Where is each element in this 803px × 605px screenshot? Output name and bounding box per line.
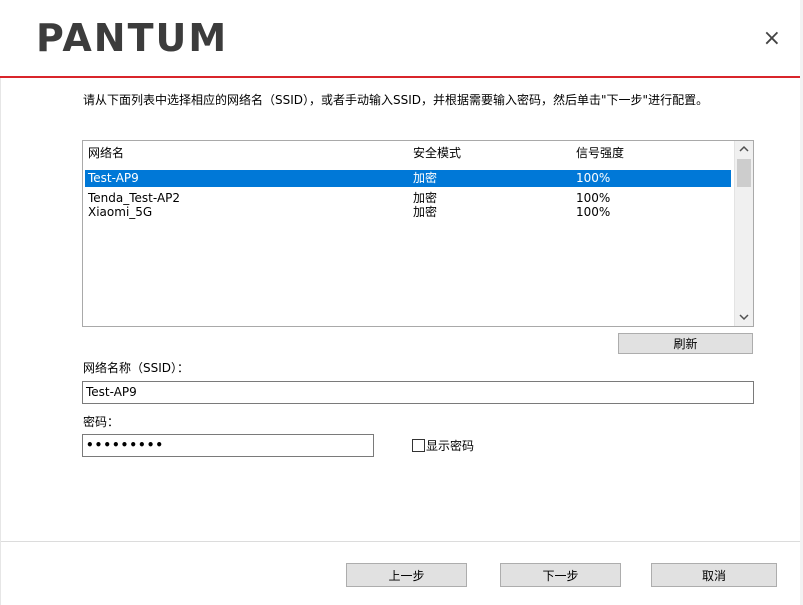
column-header-signal-strength: 信号强度 <box>576 146 625 160</box>
password-input[interactable]: ••••••••• <box>82 434 374 457</box>
show-password-checkbox[interactable]: 显示密码 <box>412 439 474 453</box>
column-header-network-name: 网络名 <box>88 146 125 160</box>
header-accent-line <box>0 76 803 78</box>
ssid-input[interactable]: Test-AP9 <box>82 381 754 404</box>
refresh-button[interactable]: 刷新 <box>618 333 753 354</box>
instruction-text: 请从下面列表中选择相应的网络名（SSID），或者手动输入SSID，并根据需要输入… <box>83 93 709 107</box>
chevron-down-icon[interactable] <box>735 309 753 326</box>
network-row[interactable]: Xiaomi_5G 加密 100% <box>85 204 731 221</box>
window-edge <box>0 78 1 605</box>
network-row[interactable]: Test-AP9 加密 100% <box>85 170 731 187</box>
scrollbar-thumb[interactable] <box>737 159 751 187</box>
network-signal: 100% <box>576 171 611 185</box>
show-password-label: 显示密码 <box>426 439 475 453</box>
ssid-label: 网络名称（SSID）： <box>83 361 190 375</box>
column-header-security-mode: 安全模式 <box>413 146 462 160</box>
cancel-button[interactable]: 取消 <box>651 563 777 587</box>
chevron-up-icon[interactable] <box>735 141 753 158</box>
previous-button[interactable]: 上一步 <box>346 563 467 587</box>
close-button[interactable]: × <box>763 28 781 50</box>
password-label: 密码： <box>83 415 120 429</box>
network-name: Test-AP9 <box>88 171 139 185</box>
network-name: Xiaomi_5G <box>88 205 153 219</box>
pantum-logo: PANTUM <box>36 16 229 60</box>
network-security: 加密 <box>413 205 438 219</box>
network-security: 加密 <box>413 171 438 185</box>
checkbox-icon[interactable] <box>412 439 425 452</box>
header: PANTUM × <box>0 0 803 76</box>
network-list[interactable]: 网络名 安全模式 信号强度 Test-AP9 加密 100% Tenda_Tes… <box>82 140 754 327</box>
next-button[interactable]: 下一步 <box>500 563 621 587</box>
network-signal: 100% <box>576 205 611 219</box>
network-list-scrollbar[interactable] <box>734 141 753 326</box>
network-list-header: 网络名 安全模式 信号强度 <box>85 145 731 162</box>
